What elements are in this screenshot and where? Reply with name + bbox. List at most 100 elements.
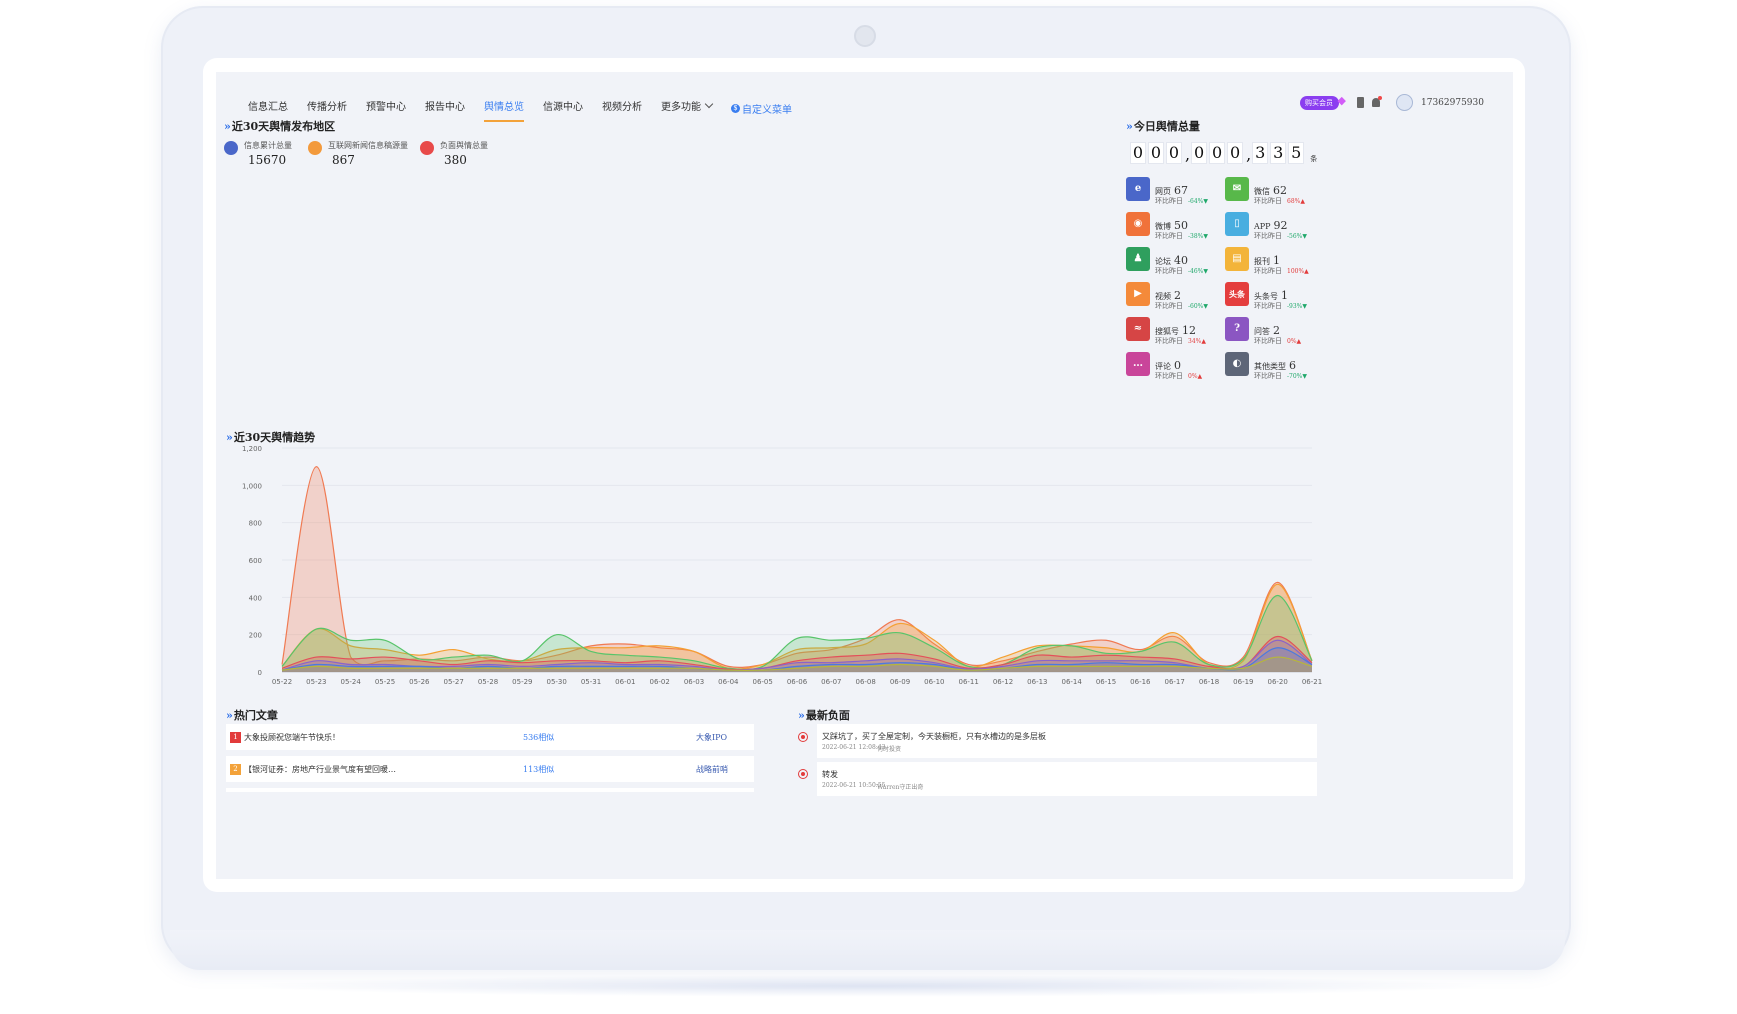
x-tick-label: 06-01 — [615, 678, 635, 686]
x-tick-label: 06-11 — [958, 678, 978, 686]
negative-title-text: 最新负面 — [805, 709, 850, 722]
negative-title[interactable]: 又踩坑了，买了全屋定制，今天装橱柜，只有水槽边的是多层板 — [822, 731, 1046, 742]
compare-label: 环比昨日 — [1254, 267, 1282, 275]
laptop-base — [170, 930, 1565, 970]
x-tick-label: 06-02 — [649, 678, 669, 686]
compare-label: 环比昨日 — [1254, 232, 1282, 240]
news-icon — [308, 141, 322, 155]
media-item-8[interactable]: 头条 头条号 1 环比昨日 -93%▼ — [1225, 282, 1325, 312]
x-tick-label: 06-07 — [821, 678, 841, 686]
negative-item[interactable]: 又踩坑了，买了全屋定制，今天装橱柜，只有水槽边的是多层板 2022-06-21 … — [817, 724, 1317, 758]
x-tick-label: 06-09 — [890, 678, 910, 686]
x-tick-label: 06-14 — [1061, 678, 1082, 686]
compare-label: 环比昨日 — [1155, 232, 1183, 240]
nav-item-alert-center[interactable]: 预警中心 — [366, 98, 406, 118]
nav-item-info-summary[interactable]: 信息汇总 — [248, 98, 288, 118]
media-item-1[interactable]: e 网页 67 环比昨日 -64%▼ — [1126, 177, 1226, 207]
trend-down-icon: -56%▼ — [1287, 233, 1307, 240]
y-tick-label: 0 — [258, 669, 262, 677]
similar-count[interactable]: 536相似 — [523, 732, 554, 743]
article-source[interactable]: 大象IPO — [696, 732, 727, 743]
today-section-title: » 今日舆情总量 — [1126, 118, 1200, 134]
media-label: APP — [1254, 222, 1271, 231]
negative-item[interactable]: 转发 2022-06-21 10:50:55 Warren守正出奇 — [817, 762, 1317, 796]
counter-digit: 0 — [1148, 142, 1164, 164]
x-tick-label: 05-28 — [478, 678, 498, 686]
x-tick-label: 06-03 — [684, 678, 704, 686]
y-tick-label: 200 — [249, 632, 262, 640]
hot-article-row[interactable]: 2 【银河证券：房地产行业景气度有望回暖… 113相似 战略前哨 — [226, 756, 754, 782]
nav-item-source-center[interactable]: 信源中心 — [543, 98, 583, 118]
custom-menu-link[interactable]: $ 自定义菜单 — [731, 98, 792, 118]
top-right-toolbar: 购买会员 ◆ 17362975930 — [1300, 94, 1484, 111]
nav-item-spread-analysis[interactable]: 传播分析 — [307, 98, 347, 118]
trend-up-icon: 34%▲ — [1188, 338, 1206, 345]
article-source[interactable]: 战略前哨 — [696, 764, 728, 775]
media-item-4[interactable]: ▯ APP 92 环比昨日 -56%▼ — [1225, 212, 1325, 242]
media-item-12[interactable]: ◐ 其他类型 6 环比昨日 -70%▼ — [1225, 352, 1325, 382]
similar-count[interactable]: 113相似 — [523, 764, 554, 775]
rank-badge: 1 — [230, 732, 241, 743]
media-item-6[interactable]: ▤ 报刊 1 环比昨日 100%▲ — [1225, 247, 1325, 277]
media-label: 视频 — [1155, 292, 1171, 301]
media-label: 其他类型 — [1254, 362, 1286, 371]
media-item-5[interactable]: ♟ 论坛 40 环比昨日 -46%▼ — [1126, 247, 1226, 277]
media-type-icon: ◉ — [1126, 212, 1150, 236]
nav-item-overview[interactable]: 舆情总览 — [484, 98, 524, 122]
negative-title[interactable]: 转发 — [822, 769, 838, 780]
region-title-text: 近30天舆情发布地区 — [231, 120, 336, 133]
buy-vip-button[interactable]: 购买会员 ◆ — [1300, 94, 1346, 110]
article-title[interactable]: 大象投顾祝您端午节快乐！ — [244, 732, 340, 743]
media-type-icon: ? — [1225, 317, 1249, 341]
alert-dot-icon — [798, 732, 808, 742]
x-tick-label: 06-08 — [855, 678, 875, 686]
stat-value: 867 — [332, 153, 355, 167]
counter-digit: 3 — [1252, 142, 1269, 164]
media-type-icon: ◐ — [1225, 352, 1249, 376]
media-compare: 环比昨日 -38%▼ — [1155, 231, 1208, 241]
media-item-9[interactable]: ≈ 搜狐号 12 环比昨日 34%▲ — [1126, 317, 1226, 347]
stat-label: 信息累计总量 — [244, 141, 292, 150]
media-item-7[interactable]: ▶ 视频 2 环比昨日 -60%▼ — [1126, 282, 1226, 312]
avatar[interactable] — [1396, 94, 1413, 111]
media-compare: 环比昨日 0%▲ — [1254, 336, 1301, 346]
media-label: 网页 — [1155, 187, 1171, 196]
media-type-icon: ✉ — [1225, 177, 1249, 201]
media-type-icon: ♟ — [1126, 247, 1150, 271]
diamond-icon: ◆ — [1337, 93, 1346, 107]
trend-down-icon: -93%▼ — [1287, 303, 1307, 310]
media-compare: 环比昨日 100%▲ — [1254, 266, 1309, 276]
compare-label: 环比昨日 — [1155, 337, 1183, 345]
media-label: 微博 — [1155, 222, 1171, 231]
bell-icon[interactable] — [1372, 96, 1382, 107]
media-compare: 环比昨日 -93%▼ — [1254, 301, 1307, 311]
media-item-2[interactable]: ✉ 微信 62 环比昨日 68%▲ — [1225, 177, 1325, 207]
media-type-icon: ▯ — [1225, 212, 1249, 236]
counter-digit: 0 — [1191, 142, 1208, 164]
nav-item-video-analysis[interactable]: 视频分析 — [602, 98, 642, 118]
trend-up-icon: 0%▲ — [1287, 338, 1302, 345]
buy-vip-label: 购买会员 — [1305, 98, 1333, 107]
counter-digit: 0 — [1209, 142, 1226, 164]
nav-item-report-center[interactable]: 报告中心 — [425, 98, 465, 118]
compare-label: 环比昨日 — [1155, 372, 1183, 380]
media-label: 微信 — [1254, 187, 1270, 196]
mobile-icon[interactable] — [1357, 97, 1364, 108]
nav-item-more[interactable]: 更多功能 — [661, 98, 714, 118]
hot-article-row-partial — [226, 788, 754, 792]
trend-down-icon: -64%▼ — [1188, 198, 1208, 205]
media-item-11[interactable]: … 评论 0 环比昨日 0%▲ — [1126, 352, 1226, 382]
hot-title-text: 热门文章 — [233, 709, 278, 722]
user-phone[interactable]: 17362975930 — [1421, 98, 1484, 108]
compare-label: 环比昨日 — [1254, 372, 1282, 380]
article-title[interactable]: 【银河证券：房地产行业景气度有望回暖… — [244, 764, 396, 775]
media-type-icon: 头条 — [1225, 282, 1249, 306]
x-tick-label: 05-30 — [546, 678, 566, 686]
negative-author: 何时投资 — [877, 746, 902, 753]
media-item-10[interactable]: ? 问答 2 环比昨日 0%▲ — [1225, 317, 1325, 347]
media-item-3[interactable]: ◉ 微博 50 环比昨日 -38%▼ — [1126, 212, 1226, 242]
media-label: 搜狐号 — [1155, 327, 1179, 336]
hot-article-row[interactable]: 1 大象投顾祝您端午节快乐！ 536相似 大象IPO — [226, 724, 754, 750]
trend-down-icon: -46%▼ — [1188, 268, 1208, 275]
media-compare: 环比昨日 0%▲ — [1155, 371, 1202, 381]
